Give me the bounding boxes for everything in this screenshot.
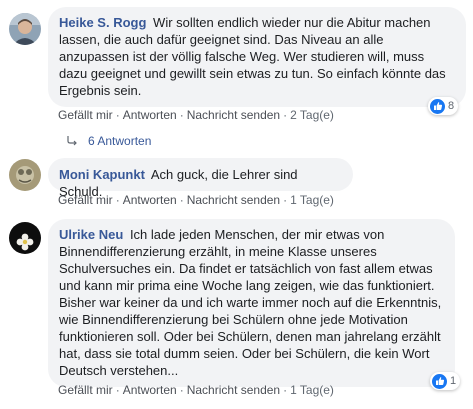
comment-actions: Gefällt mir · Antworten · Nachricht senden · 1… bbox=[58, 383, 334, 397]
comment-bubble: Moni Kapunkt Ach guck, die Lehrer sind S… bbox=[48, 158, 353, 199]
view-replies-link[interactable]: 6 Antworten bbox=[66, 134, 151, 148]
reply-link[interactable]: Antworten bbox=[123, 193, 177, 207]
separator: · bbox=[115, 193, 120, 207]
avatar[interactable] bbox=[9, 13, 41, 45]
avatar[interactable] bbox=[9, 159, 41, 191]
separator: · bbox=[179, 108, 184, 122]
separator: · bbox=[115, 108, 120, 122]
send-message-link[interactable]: Nachricht senden bbox=[187, 108, 280, 122]
separator: · bbox=[283, 383, 288, 397]
send-message-link[interactable]: Nachricht senden bbox=[187, 383, 280, 397]
like-link[interactable]: Gefällt mir bbox=[58, 108, 113, 122]
comment-author[interactable]: Moni Kapunkt bbox=[59, 167, 145, 182]
reaction-count[interactable]: 8 bbox=[428, 97, 459, 115]
like-icon bbox=[432, 373, 447, 389]
separator: · bbox=[115, 383, 120, 397]
comment-actions: Gefällt mir · Antworten · Nachricht senden · 2… bbox=[58, 108, 334, 122]
separator: · bbox=[283, 193, 288, 207]
reply-arrow-icon bbox=[67, 136, 77, 146]
reaction-count[interactable]: 1 bbox=[430, 372, 461, 390]
reply-link[interactable]: Antworten bbox=[123, 108, 177, 122]
reaction-count-text: 1 bbox=[450, 375, 457, 387]
timestamp[interactable]: 1 Tag(e) bbox=[290, 193, 334, 207]
like-link[interactable]: Gefällt mir bbox=[58, 383, 113, 397]
timestamp[interactable]: 2 Tag(e) bbox=[290, 108, 334, 122]
reply-link[interactable]: Antworten bbox=[123, 383, 177, 397]
avatar[interactable] bbox=[9, 222, 41, 254]
like-link[interactable]: Gefällt mir bbox=[58, 193, 113, 207]
comment-text: Ich lade jeden Menschen, der mir etwas v… bbox=[59, 227, 442, 378]
like-icon bbox=[430, 98, 445, 114]
separator: · bbox=[179, 383, 184, 397]
replies-label: 6 Antworten bbox=[88, 134, 152, 148]
comment-author[interactable]: Ulrike Neu bbox=[59, 227, 123, 242]
comment-bubble: Heike S. Rogg Wir sollten endlich wieder… bbox=[48, 7, 466, 107]
comment-author[interactable]: Heike S. Rogg bbox=[59, 15, 146, 30]
separator: · bbox=[283, 108, 288, 122]
send-message-link[interactable]: Nachricht senden bbox=[187, 193, 280, 207]
timestamp[interactable]: 1 Tag(e) bbox=[290, 383, 334, 397]
comment-bubble: Ulrike Neu Ich lade jeden Menschen, der … bbox=[48, 219, 455, 387]
comment-actions: Gefällt mir · Antworten · Nachricht senden · 1… bbox=[58, 193, 334, 207]
reaction-count-text: 8 bbox=[448, 100, 455, 112]
separator: · bbox=[179, 193, 184, 207]
